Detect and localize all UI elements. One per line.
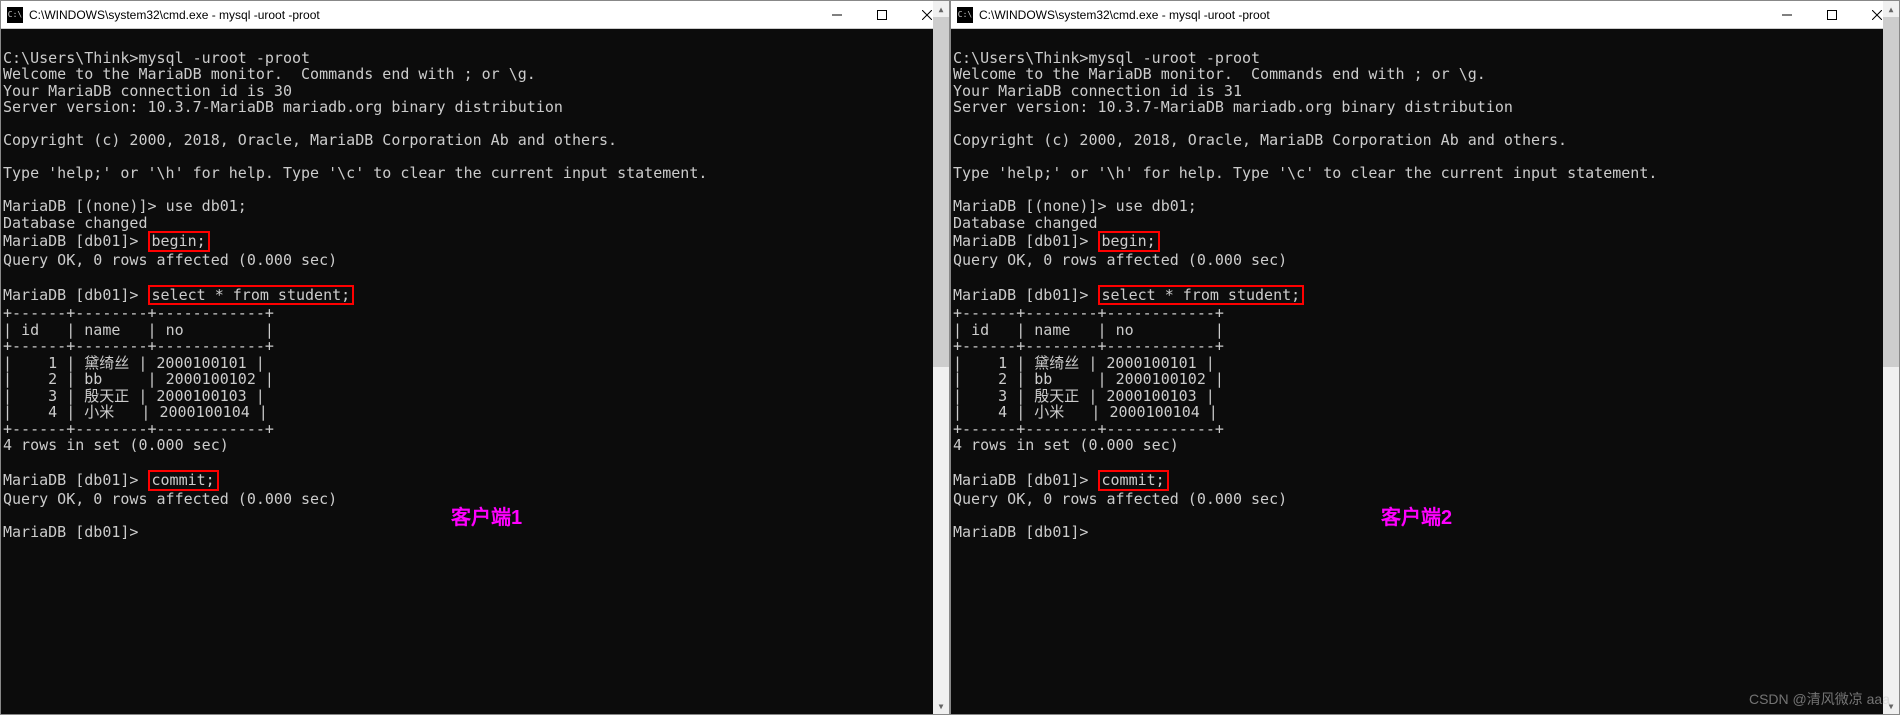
scrollbar-left[interactable]: ▲ ▼: [933, 1, 949, 714]
help-line: Type 'help;' or '\h' for help. Type '\c'…: [953, 164, 1657, 182]
cell: 1: [48, 354, 57, 372]
client-label-1: 客户端1: [451, 507, 522, 529]
prompt-db: MariaDB [db01]>: [3, 286, 148, 304]
prompt-none: MariaDB [(none)]>: [3, 197, 166, 215]
copyright-line: Copyright (c) 2000, 2018, Oracle, MariaD…: [3, 131, 617, 149]
prompt-none: MariaDB [(none)]>: [953, 197, 1116, 215]
minimize-button[interactable]: [1764, 1, 1809, 28]
scroll-down-icon[interactable]: ▼: [933, 698, 949, 714]
col-name: name: [84, 321, 120, 339]
final-prompt: MariaDB [db01]>: [3, 523, 148, 541]
conn-id-line: Your MariaDB connection id is 31: [953, 82, 1242, 100]
prompt-db: MariaDB [db01]>: [3, 471, 148, 489]
copyright-line: Copyright (c) 2000, 2018, Oracle, MariaD…: [953, 131, 1567, 149]
db-changed: Database changed: [3, 214, 148, 232]
cell: 2000100102: [166, 370, 256, 388]
help-line: Type 'help;' or '\h' for help. Type '\c'…: [3, 164, 707, 182]
cmd-icon: C:\: [7, 7, 23, 23]
client-label-2: 客户端2: [1381, 507, 1452, 529]
cell: 2000100102: [1116, 370, 1206, 388]
commit-cmd-highlight: commit;: [148, 470, 219, 491]
cell: 2000100101: [1106, 354, 1196, 372]
select-cmd-highlight: select * from student;: [1098, 285, 1305, 306]
maximize-button[interactable]: [859, 1, 904, 28]
col-no: no: [166, 321, 184, 339]
cell: bb: [1034, 370, 1052, 388]
cell: 2: [998, 370, 1007, 388]
query-ok: Query OK, 0 rows affected (0.000 sec): [953, 251, 1287, 269]
col-no: no: [1116, 321, 1134, 339]
use-cmd: use db01;: [166, 197, 247, 215]
cell: 3: [48, 387, 57, 405]
maximize-button[interactable]: [1809, 1, 1854, 28]
rows-in-set: 4 rows in set (0.000 sec): [953, 436, 1179, 454]
minimize-button[interactable]: [814, 1, 859, 28]
col-id: id: [971, 321, 989, 339]
terminal-output-left[interactable]: C:\Users\Think>mysql -uroot -proot Welco…: [1, 29, 949, 714]
cell: 3: [998, 387, 1007, 405]
server-version-line: Server version: 10.3.7-MariaDB mariadb.o…: [953, 98, 1513, 116]
query-ok: Query OK, 0 rows affected (0.000 sec): [3, 251, 337, 269]
scrollbar-right[interactable]: ▲ ▼: [1883, 1, 1899, 714]
cell: 2000100104: [1109, 403, 1199, 421]
prompt-db: MariaDB [db01]>: [953, 232, 1098, 250]
cell: 2000100103: [156, 387, 246, 405]
col-id: id: [21, 321, 39, 339]
db-changed: Database changed: [953, 214, 1098, 232]
cell: 4: [48, 403, 57, 421]
cell: 殷天正: [1034, 387, 1079, 405]
scroll-thumb[interactable]: [933, 17, 949, 367]
login-line: C:\Users\Think>mysql -uroot -proot: [953, 49, 1260, 67]
prompt-db: MariaDB [db01]>: [953, 471, 1098, 489]
final-prompt: MariaDB [db01]>: [953, 523, 1098, 541]
col-name: name: [1034, 321, 1070, 339]
cmd-window-right: C:\ C:\WINDOWS\system32\cmd.exe - mysql …: [950, 0, 1900, 715]
cell: 1: [998, 354, 1007, 372]
cell: 2: [48, 370, 57, 388]
welcome-line: Welcome to the MariaDB monitor. Commands…: [3, 65, 536, 83]
cmd-window-left: C:\ C:\WINDOWS\system32\cmd.exe - mysql …: [0, 0, 950, 715]
prompt-db: MariaDB [db01]>: [3, 232, 148, 250]
window-title: C:\WINDOWS\system32\cmd.exe - mysql -uro…: [979, 8, 1764, 22]
cell: 殷天正: [84, 387, 129, 405]
welcome-line: Welcome to the MariaDB monitor. Commands…: [953, 65, 1486, 83]
cell: 黛绮丝: [84, 354, 129, 372]
cell: bb: [84, 370, 102, 388]
cmd-icon: C:\: [957, 7, 973, 23]
terminal-output-right[interactable]: C:\Users\Think>mysql -uroot -proot Welco…: [951, 29, 1899, 714]
begin-cmd-highlight: begin;: [1098, 231, 1160, 252]
cell: 2000100101: [156, 354, 246, 372]
scroll-thumb[interactable]: [1883, 17, 1899, 367]
login-line: C:\Users\Think>mysql -uroot -proot: [3, 49, 310, 67]
begin-cmd-highlight: begin;: [148, 231, 210, 252]
titlebar-left[interactable]: C:\ C:\WINDOWS\system32\cmd.exe - mysql …: [1, 1, 949, 29]
cell: 小米: [1034, 403, 1064, 421]
cell: 4: [998, 403, 1007, 421]
watermark: CSDN @清风微凉 aaa: [1749, 689, 1890, 709]
scroll-up-icon[interactable]: ▲: [933, 1, 949, 17]
select-cmd-highlight: select * from student;: [148, 285, 355, 306]
query-ok: Query OK, 0 rows affected (0.000 sec): [953, 490, 1287, 508]
rows-in-set: 4 rows in set (0.000 sec): [3, 436, 229, 454]
cell: 黛绮丝: [1034, 354, 1079, 372]
server-version-line: Server version: 10.3.7-MariaDB mariadb.o…: [3, 98, 563, 116]
window-title: C:\WINDOWS\system32\cmd.exe - mysql -uro…: [29, 8, 814, 22]
conn-id-line: Your MariaDB connection id is 30: [3, 82, 292, 100]
use-cmd: use db01;: [1116, 197, 1197, 215]
cell: 2000100103: [1106, 387, 1196, 405]
commit-cmd-highlight: commit;: [1098, 470, 1169, 491]
cell: 2000100104: [159, 403, 249, 421]
scroll-up-icon[interactable]: ▲: [1883, 1, 1899, 17]
query-ok: Query OK, 0 rows affected (0.000 sec): [3, 490, 337, 508]
cell: 小米: [84, 403, 114, 421]
prompt-db: MariaDB [db01]>: [953, 286, 1098, 304]
titlebar-right[interactable]: C:\ C:\WINDOWS\system32\cmd.exe - mysql …: [951, 1, 1899, 29]
